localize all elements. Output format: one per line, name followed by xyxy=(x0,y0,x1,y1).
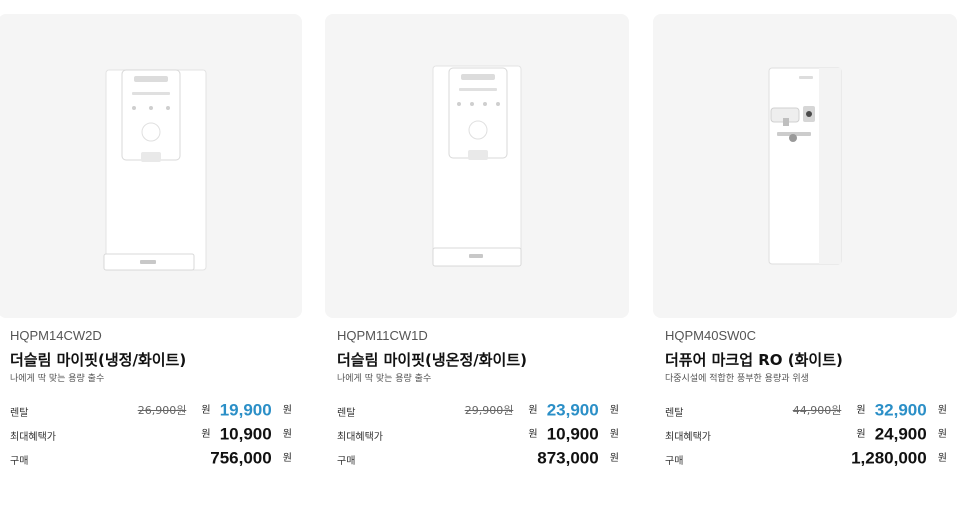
purchase-label: 구매 xyxy=(337,456,356,467)
purchase-row: 구매 873,000 원 xyxy=(337,446,619,470)
rental-original-price: 26,900원 xyxy=(137,403,187,417)
product-model: HQPM14CW2D xyxy=(10,328,102,343)
purchase-label: 구매 xyxy=(10,456,29,467)
product-name[interactable]: 더슬림 마이핏(냉정/화이트) xyxy=(10,350,292,370)
rental-price: 32,900 xyxy=(874,400,927,420)
currency-suffix: 원 xyxy=(282,404,292,416)
product-card[interactable]: HQPM14CW2D 더슬림 마이핏(냉정/화이트) 나에게 딱 맞는 용량 출… xyxy=(0,0,302,515)
max-benefit-row: 최대혜택가 원 10,900 원 xyxy=(337,422,619,446)
product-grid: HQPM14CW2D 더슬림 마이핏(냉정/화이트) 나에게 딱 맞는 용량 출… xyxy=(0,0,969,515)
product-model: HQPM40SW0C xyxy=(665,328,757,343)
purchase-label: 구매 xyxy=(665,456,684,467)
product-name[interactable]: 더퓨어 마크업 RO (화이트) xyxy=(665,350,947,370)
currency-suffix: 원 xyxy=(609,428,619,440)
rental-price: 19,900 xyxy=(219,400,272,420)
purchase-row: 구매 756,000 원 xyxy=(10,446,292,470)
currency-suffix: 원 xyxy=(282,428,292,440)
currency-prefix: 원 xyxy=(528,404,538,416)
product-image[interactable] xyxy=(0,14,302,318)
purchase-price: 873,000 xyxy=(537,448,599,468)
currency-suffix: 원 xyxy=(282,452,292,464)
product-description: 나에게 딱 맞는 용량 출수 xyxy=(337,374,432,384)
product-description: 다중시설에 적합한 풍부한 용량과 위생 xyxy=(665,374,809,384)
max-benefit-price: 10,900 xyxy=(219,424,272,444)
product-card[interactable]: HQPM11CW1D 더슬림 마이핏(냉온정/화이트) 나에게 딱 맞는 용량 … xyxy=(325,0,629,515)
max-benefit-price: 24,900 xyxy=(874,424,927,444)
product-description: 나에게 딱 맞는 용량 출수 xyxy=(10,374,105,384)
currency-prefix: 원 xyxy=(201,428,211,440)
currency-suffix: 원 xyxy=(937,452,947,464)
water-purifier-stand-icon xyxy=(768,67,842,265)
water-purifier-slim-icon xyxy=(103,69,207,271)
max-benefit-row: 최대혜택가 원 10,900 원 xyxy=(10,422,292,446)
product-name[interactable]: 더슬림 마이핏(냉온정/화이트) xyxy=(337,350,619,370)
purchase-price: 1,280,000 xyxy=(851,448,927,468)
currency-suffix: 원 xyxy=(937,404,947,416)
purchase-row: 구매 1,280,000 원 xyxy=(665,446,947,470)
rental-price-row: 렌탈 44,900원 원 32,900 원 xyxy=(665,398,947,422)
currency-prefix: 원 xyxy=(528,428,538,440)
rental-price: 23,900 xyxy=(546,400,599,420)
water-purifier-slim-icon xyxy=(432,65,522,267)
product-model: HQPM11CW1D xyxy=(337,328,428,343)
currency-prefix: 원 xyxy=(856,428,866,440)
product-image[interactable] xyxy=(325,14,629,318)
currency-suffix: 원 xyxy=(609,404,619,416)
product-card[interactable]: HQPM40SW0C 더퓨어 마크업 RO (화이트) 다중시설에 적합한 풍부… xyxy=(653,0,957,515)
currency-suffix: 원 xyxy=(937,428,947,440)
currency-prefix: 원 xyxy=(856,404,866,416)
rental-price-row: 렌탈 26,900원 원 19,900 원 xyxy=(10,398,292,422)
rental-original-price: 29,900원 xyxy=(464,403,514,417)
product-info: HQPM40SW0C 더퓨어 마크업 RO (화이트) 다중시설에 적합한 풍부… xyxy=(665,328,947,470)
currency-prefix: 원 xyxy=(201,404,211,416)
rental-price-row: 렌탈 29,900원 원 23,900 원 xyxy=(337,398,619,422)
product-image[interactable] xyxy=(653,14,957,318)
rental-original-price: 44,900원 xyxy=(792,403,842,417)
product-info: HQPM14CW2D 더슬림 마이핏(냉정/화이트) 나에게 딱 맞는 용량 출… xyxy=(10,328,292,470)
currency-suffix: 원 xyxy=(609,452,619,464)
product-info: HQPM11CW1D 더슬림 마이핏(냉온정/화이트) 나에게 딱 맞는 용량 … xyxy=(337,328,619,470)
purchase-price: 756,000 xyxy=(210,448,272,468)
max-benefit-price: 10,900 xyxy=(546,424,599,444)
max-benefit-row: 최대혜택가 원 24,900 원 xyxy=(665,422,947,446)
